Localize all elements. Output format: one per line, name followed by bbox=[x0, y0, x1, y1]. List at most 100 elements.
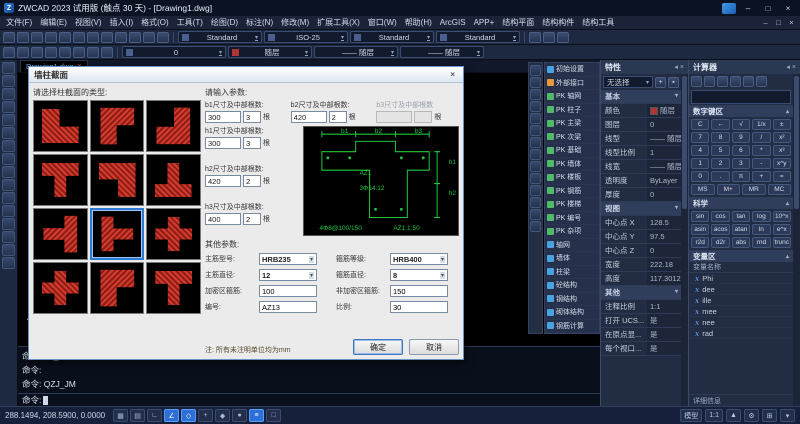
region-tool-icon[interactable] bbox=[2, 192, 15, 204]
mleader-style-combo[interactable]: Standard▾ bbox=[436, 31, 520, 43]
property-value[interactable]: 128.5 bbox=[647, 216, 681, 229]
calc-key[interactable]: 3 bbox=[732, 158, 750, 169]
structure-tool-button[interactable]: 钢结构 bbox=[545, 293, 599, 307]
structure-tool-button[interactable]: PK 基础 bbox=[545, 144, 599, 158]
annotation-scale-button[interactable]: 1:1 bbox=[705, 409, 723, 422]
property-value[interactable]: 0 bbox=[647, 188, 681, 201]
dialog-close-button[interactable]: × bbox=[447, 70, 458, 79]
size-input[interactable] bbox=[205, 213, 241, 225]
property-value[interactable]: 0 bbox=[647, 118, 681, 131]
property-row[interactable]: 图层 0 ▾ bbox=[601, 118, 681, 132]
scientific-key[interactable]: e^x bbox=[773, 224, 791, 235]
property-value[interactable]: 随层 bbox=[647, 104, 681, 117]
property-value[interactable]: 97.5 bbox=[647, 230, 681, 243]
transparency-toggle[interactable]: □ bbox=[266, 409, 281, 422]
wall-icon[interactable] bbox=[530, 113, 541, 124]
annotation-visibility-button[interactable]: ▲ bbox=[726, 409, 741, 422]
property-value[interactable]: 0 bbox=[647, 244, 681, 257]
property-row[interactable]: 在原点显... 是 ▾ bbox=[601, 328, 681, 342]
structure-tool-button[interactable]: PK 楼梯 bbox=[545, 198, 599, 212]
spline-tool-icon[interactable] bbox=[2, 153, 15, 165]
arc-tool-icon[interactable] bbox=[2, 101, 15, 113]
calc-key[interactable]: 8 bbox=[711, 132, 729, 143]
menu-item[interactable]: 格式(O) bbox=[137, 17, 173, 28]
property-row[interactable]: 其他 ▾ bbox=[601, 286, 681, 300]
param-select[interactable]: HRB235▾ bbox=[259, 253, 317, 265]
layer-states-icon[interactable] bbox=[17, 47, 29, 58]
measure-distance-icon[interactable] bbox=[730, 76, 741, 87]
variable-item[interactable]: x rad bbox=[689, 328, 793, 339]
ok-button[interactable]: 确定 bbox=[353, 339, 403, 355]
ducs-toggle[interactable]: ◆ bbox=[215, 409, 230, 422]
menu-item[interactable]: 结构工具 bbox=[578, 17, 618, 28]
size-input[interactable] bbox=[205, 137, 241, 149]
scientific-key[interactable]: atan bbox=[732, 224, 750, 235]
model-space-button[interactable]: 模型 bbox=[680, 409, 702, 422]
new-file-icon[interactable] bbox=[3, 32, 15, 43]
redo-icon[interactable] bbox=[157, 32, 169, 43]
param-input[interactable] bbox=[390, 285, 448, 297]
menu-item[interactable]: ArcGIS bbox=[436, 18, 470, 27]
count-input[interactable] bbox=[243, 137, 261, 149]
linetype-combo[interactable]: —— 随层▾ bbox=[314, 46, 398, 58]
details-toggle[interactable]: 详细信息 bbox=[689, 394, 793, 406]
section-type-thumbnail[interactable] bbox=[90, 262, 145, 314]
section-type-thumbnail[interactable] bbox=[146, 154, 201, 206]
section-type-thumbnail[interactable] bbox=[90, 208, 145, 260]
dimension-icon[interactable] bbox=[530, 161, 541, 172]
property-value[interactable]: 222.18 bbox=[647, 258, 681, 271]
property-value[interactable]: ByLayer bbox=[647, 174, 681, 187]
calc-key[interactable]: 7 bbox=[691, 132, 709, 143]
structure-tool-button[interactable]: PK 轴网 bbox=[545, 90, 599, 104]
property-row[interactable]: 厚度 0 ▾ bbox=[601, 188, 681, 202]
property-value[interactable]: 1:1 bbox=[647, 300, 681, 313]
zoom-window-icon[interactable] bbox=[543, 32, 555, 43]
paste-value-icon[interactable] bbox=[704, 76, 715, 87]
polygon-tool-icon[interactable] bbox=[2, 127, 15, 139]
polar-toggle[interactable]: ∠ bbox=[164, 409, 179, 422]
maximize-button[interactable]: □ bbox=[760, 2, 776, 14]
copy-icon[interactable] bbox=[101, 32, 113, 43]
mdi-minimize-button[interactable]: – bbox=[759, 17, 772, 28]
layer-previous-icon[interactable] bbox=[101, 47, 113, 58]
layer-freeze-icon[interactable] bbox=[59, 47, 71, 58]
menu-item[interactable]: 标注(N) bbox=[242, 17, 277, 28]
beam-icon[interactable] bbox=[530, 101, 541, 112]
scientific-section-header[interactable]: 科学 ▴ bbox=[689, 197, 793, 209]
count-input[interactable] bbox=[243, 111, 261, 123]
calc-key[interactable]: 2 bbox=[711, 158, 729, 169]
section-type-thumbnail[interactable] bbox=[33, 100, 88, 152]
calc-key[interactable]: 0 bbox=[691, 171, 709, 182]
measure-angle-icon[interactable] bbox=[743, 76, 754, 87]
calc-key[interactable]: + bbox=[752, 171, 770, 182]
erase-tool-icon[interactable] bbox=[2, 257, 15, 269]
structure-tool-button[interactable]: PK 楼板 bbox=[545, 171, 599, 185]
section-type-thumbnail[interactable] bbox=[33, 262, 88, 314]
minimize-button[interactable]: – bbox=[740, 2, 756, 14]
calc-key[interactable]: 1 bbox=[691, 158, 709, 169]
structure-tool-button[interactable]: 初始设置 bbox=[545, 63, 599, 77]
calc-key[interactable]: C bbox=[691, 119, 709, 130]
variables-section-header[interactable]: 变量区 ▴ bbox=[689, 250, 793, 262]
section-type-thumbnail[interactable] bbox=[90, 100, 145, 152]
close-icon[interactable]: × bbox=[792, 64, 796, 71]
structure-tool-button[interactable]: PK 编号 bbox=[545, 212, 599, 226]
structure-tool-button[interactable]: 钢筋计算 bbox=[545, 320, 599, 334]
calc-key[interactable]: * bbox=[752, 145, 770, 156]
select-objects-icon[interactable]: ▪ bbox=[668, 77, 679, 88]
axis-grid-icon[interactable] bbox=[530, 77, 541, 88]
command-input[interactable]: 命令: bbox=[18, 393, 600, 406]
cancel-button[interactable]: 取消 bbox=[409, 339, 459, 355]
size-input[interactable] bbox=[205, 175, 241, 187]
memory-key[interactable]: MC bbox=[768, 184, 792, 195]
grid-toggle[interactable]: ▤ bbox=[130, 409, 145, 422]
property-value[interactable]: —— 随层 bbox=[647, 132, 681, 145]
size-input[interactable] bbox=[376, 111, 412, 123]
scientific-key[interactable]: sin bbox=[691, 211, 709, 222]
keypad-section-header[interactable]: 数字键区 ▴ bbox=[689, 105, 793, 117]
param-input[interactable] bbox=[259, 285, 317, 297]
property-row[interactable]: 颜色 随层 ▾ bbox=[601, 104, 681, 118]
structure-tool-button[interactable]: 外部接口 bbox=[545, 77, 599, 91]
menu-item[interactable]: 工具(T) bbox=[173, 17, 207, 28]
scrollbar-thumb[interactable] bbox=[682, 76, 687, 209]
